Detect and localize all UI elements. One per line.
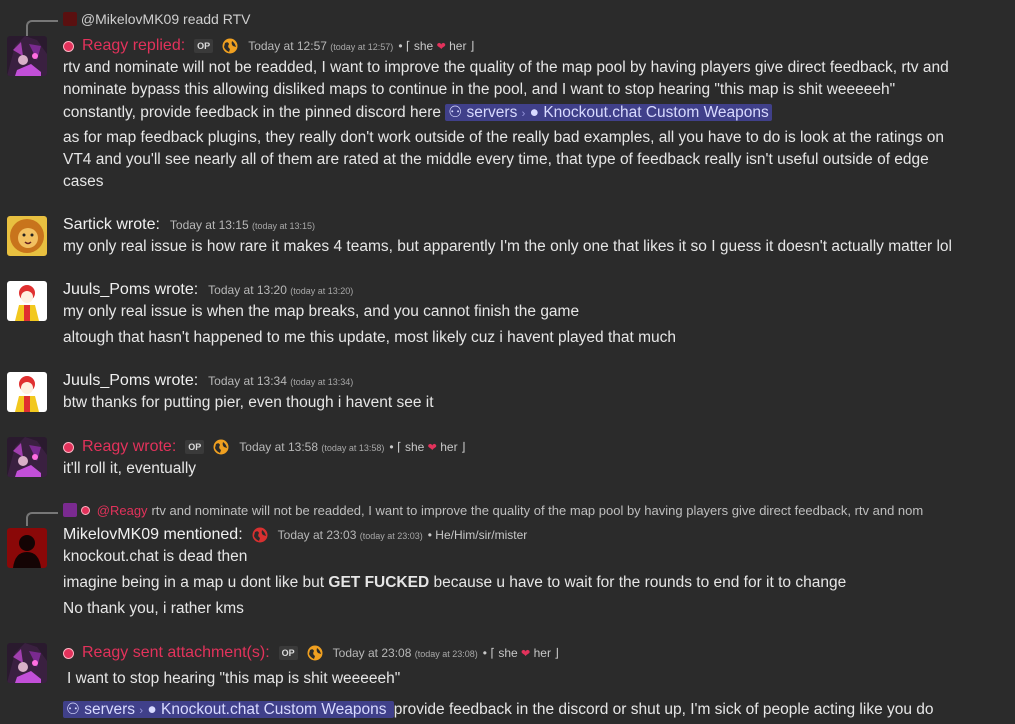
message-header: MikelovMK09 mentioned: Today at 23:03 (t…: [63, 526, 527, 544]
reply-user: @Reagy: [96, 503, 148, 518]
author-name[interactable]: Juuls_Poms wrote:: [63, 281, 198, 299]
message-text: nominate bypass this allowing disliked m…: [63, 81, 896, 98]
heart-icon: ❤: [427, 442, 437, 454]
timestamp: Today at 12:57 (today at 12:57): [248, 39, 394, 53]
reply-reference[interactable]: @MikelovMK09 readd RTV: [63, 11, 250, 27]
op-badge: OP: [278, 646, 298, 660]
status-dot: [63, 40, 74, 52]
author-name[interactable]: Juuls_Poms wrote:: [63, 372, 198, 390]
message-header: Juuls_Poms wrote: Today at 13:20 (today …: [63, 281, 353, 299]
people-icon: ⚇: [448, 104, 463, 121]
author-name[interactable]: Sartick wrote:: [63, 216, 160, 234]
reply-user: @MikelovMK09: [80, 11, 180, 27]
chevron-right-icon: ›: [139, 705, 144, 717]
op-badge: OP: [194, 39, 214, 53]
reply-text: rtv and nominate will not be readded, I …: [151, 503, 924, 518]
message-header: Reagy wrote: OP Today at 13:58 (today at…: [63, 438, 466, 456]
timestamp: Today at 23:03 (today at 23:03): [277, 528, 423, 542]
status-dot: [63, 441, 74, 453]
message-text: my only real issue is how rare it makes …: [63, 238, 952, 255]
message-text: rtv and nominate will not be readded, I …: [63, 59, 949, 76]
message-text: I want to stop hearing "this map is shit…: [67, 670, 401, 687]
people-icon: ⚇: [66, 701, 80, 718]
message-header: Reagy sent attachment(s): OP Today at 23…: [63, 644, 559, 662]
channel-link[interactable]: ⚇ servers › ● Knockout.chat Custom Weapo…: [445, 104, 772, 121]
avatar-reagy[interactable]: [7, 437, 47, 477]
message-text: my only real issue is when the map break…: [63, 303, 580, 320]
pronouns: • ⌈ she ❤ her ⌋: [482, 646, 559, 660]
message-text: cases: [63, 173, 104, 190]
reply-avatar: [63, 503, 77, 517]
timestamp: Today at 13:15 (today at 13:15): [169, 218, 316, 232]
avatar-juuls-poms[interactable]: [7, 281, 47, 321]
chat-bubble-icon: ●: [147, 701, 157, 718]
reply-connector: [26, 512, 58, 526]
pronouns: • ⌈ she ❤ her ⌋: [398, 39, 475, 53]
globe-icon: [252, 527, 268, 543]
message-text: it'll roll it, eventually: [63, 460, 197, 477]
author-name[interactable]: MikelovMK09 mentioned:: [63, 526, 243, 544]
timestamp: Today at 13:58 (today at 13:58): [239, 440, 385, 454]
author-name[interactable]: Reagy sent attachment(s):: [82, 644, 270, 662]
message-text: VT4 and you'll see nearly all of them ar…: [63, 151, 929, 168]
message-text: btw thanks for putting pier, even though…: [63, 394, 434, 411]
globe-icon: [222, 38, 238, 54]
message-text: knockout.chat is dead then: [63, 548, 248, 565]
avatar-mikelovmk09[interactable]: [7, 528, 47, 568]
message-text: ⚇ servers › ● Knockout.chat Custom Weapo…: [63, 700, 934, 719]
message-text: altough that hasn't happened to me this …: [63, 329, 677, 346]
timestamp: Today at 23:08 (today at 23:08): [332, 646, 478, 660]
message-header: Reagy replied: OP Today at 12:57 (today …: [63, 37, 474, 55]
timestamp: Today at 13:20 (today at 13:20): [208, 283, 354, 297]
reply-avatar: [63, 12, 77, 26]
message-text: as for map feedback plugins, they really…: [63, 129, 944, 146]
op-badge: OP: [185, 440, 205, 454]
avatar-sartick[interactable]: [7, 216, 47, 256]
pronouns: • ⌈ she ❤ her ⌋: [389, 440, 466, 454]
message-text: imagine being in a map u dont like but G…: [63, 574, 847, 591]
chevron-right-icon: ›: [521, 108, 526, 120]
avatar-juuls-poms[interactable]: [7, 372, 47, 412]
status-dot: [80, 506, 90, 515]
author-name[interactable]: Reagy wrote:: [82, 438, 176, 456]
timestamp: Today at 13:34 (today at 13:34): [208, 374, 354, 388]
message-text: No thank you, i rather kms: [63, 600, 244, 617]
channel-link[interactable]: ⚇ servers › ● Knockout.chat Custom Weapo…: [63, 701, 394, 718]
message-header: Sartick wrote: Today at 13:15 (today at …: [63, 216, 315, 234]
heart-icon: ❤: [521, 648, 531, 660]
avatar-reagy[interactable]: [7, 643, 47, 683]
globe-icon: [213, 439, 229, 455]
reply-text: readd RTV: [183, 11, 251, 27]
pronouns: • He/Him/sir/mister: [427, 528, 528, 542]
globe-icon: [307, 645, 323, 661]
message-text: constantly, provide feedback in the pinn…: [63, 103, 772, 122]
author-name[interactable]: Reagy replied:: [82, 37, 185, 55]
message-header: Juuls_Poms wrote: Today at 13:34 (today …: [63, 372, 353, 390]
chat-bubble-icon: ●: [529, 104, 540, 121]
status-dot: [63, 647, 74, 659]
avatar-reagy[interactable]: [7, 36, 47, 76]
heart-icon: ❤: [436, 41, 446, 53]
reply-reference[interactable]: @Reagy rtv and nominate will not be read…: [63, 502, 923, 518]
